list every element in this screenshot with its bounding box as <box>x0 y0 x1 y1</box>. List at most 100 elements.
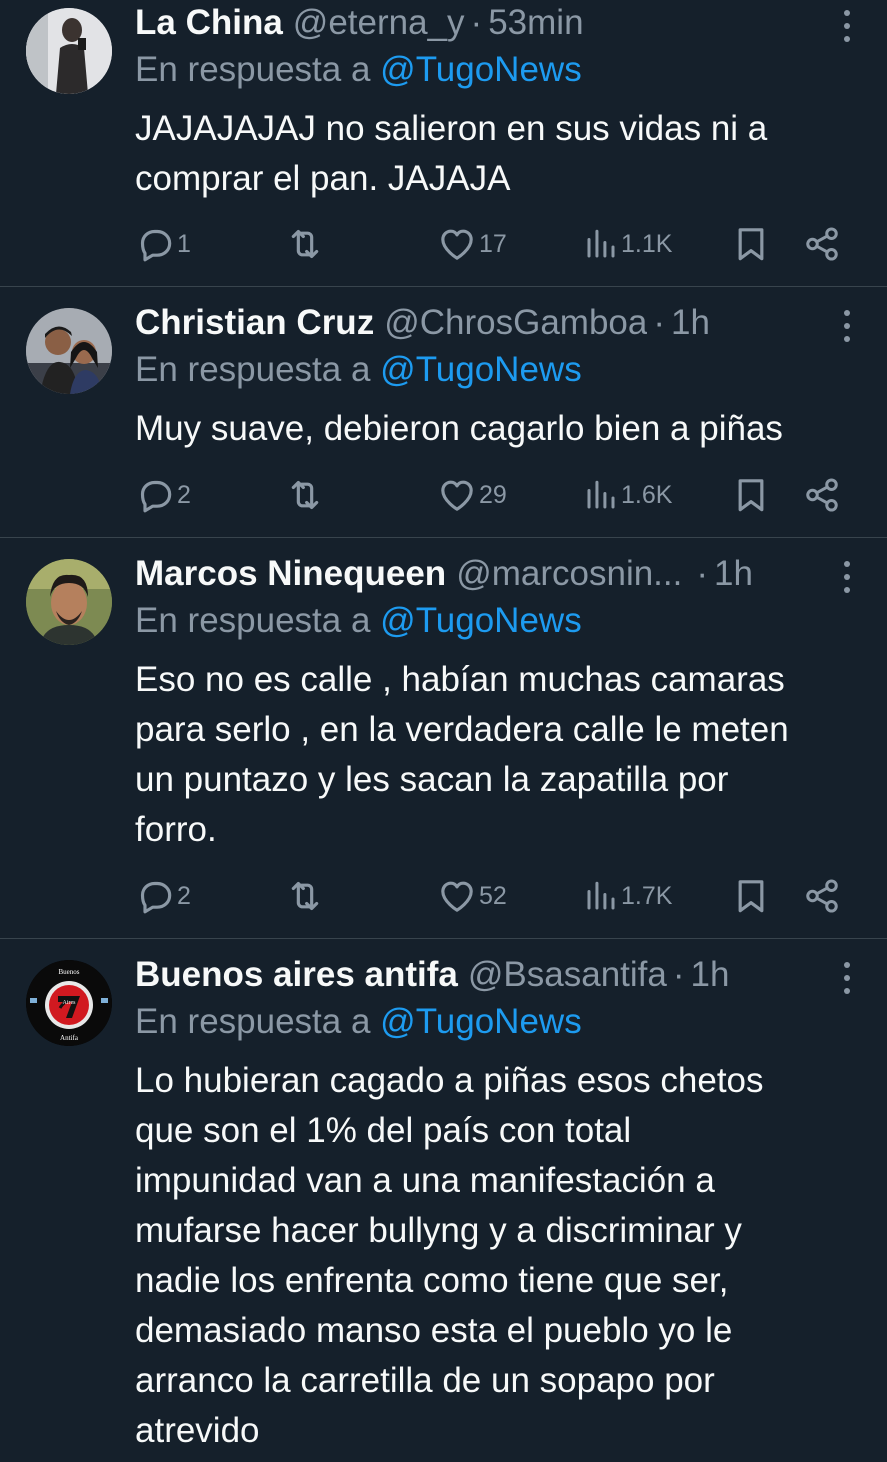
action-bar: 2 29 1.6K <box>135 475 855 515</box>
tweet-text: Muy suave, debieron cagarlo bien a piñas <box>135 409 783 448</box>
share-icon <box>803 476 841 514</box>
tweet-text: JAJAJAJAJ no salieron en sus vidas ni a … <box>135 109 768 198</box>
share-button[interactable] <box>803 224 841 264</box>
like-icon <box>437 876 477 916</box>
display-name[interactable]: Buenos aires antifa <box>135 955 458 995</box>
tweet-text: Lo hubieran cagado a piñas esos chetos q… <box>135 1061 764 1450</box>
avatar[interactable] <box>26 559 112 645</box>
reply-prefix: En respuesta a <box>135 1002 371 1041</box>
avatar[interactable] <box>26 8 112 94</box>
reply-mention-link[interactable]: @TugoNews <box>380 601 582 640</box>
tweet-header: La China @eterna_y · 53min <box>135 0 584 46</box>
svg-text:Antifa: Antifa <box>60 1034 79 1042</box>
reply-context: En respuesta a @TugoNews <box>135 1002 582 1042</box>
tweet-4[interactable]: Buenos Aires Antifa Buenos aires antifa … <box>0 952 887 1462</box>
views-count: 1.6K <box>621 480 673 509</box>
tweet-header: Christian Cruz @ChrosGamboa · 1h <box>135 300 710 346</box>
display-name[interactable]: La China <box>135 3 283 43</box>
more-options-icon[interactable] <box>837 306 857 346</box>
reply-prefix: En respuesta a <box>135 50 371 89</box>
separator-dot: · <box>653 303 665 342</box>
tweet-3[interactable]: Marcos Ninequeen @marcosnin... · 1h En r… <box>0 551 887 937</box>
views-icon <box>583 226 619 262</box>
share-icon <box>803 225 841 263</box>
retweet-icon <box>285 475 325 515</box>
bookmark-icon <box>731 224 771 264</box>
reply-context: En respuesta a @TugoNews <box>135 50 582 90</box>
divider <box>0 286 887 287</box>
reply-button[interactable]: 2 <box>135 876 191 916</box>
reply-icon <box>135 224 175 264</box>
more-options-icon[interactable] <box>837 557 857 597</box>
reply-mention-link[interactable]: @TugoNews <box>380 350 582 389</box>
like-count: 52 <box>479 881 507 910</box>
svg-text:Aires: Aires <box>63 1000 77 1006</box>
timestamp[interactable]: 1h <box>671 303 710 343</box>
more-options-icon[interactable] <box>837 958 857 998</box>
reply-prefix: En respuesta a <box>135 601 371 640</box>
reply-prefix: En respuesta a <box>135 350 371 389</box>
reply-context: En respuesta a @TugoNews <box>135 601 582 641</box>
avatar-photo-icon <box>26 308 112 394</box>
display-name[interactable]: Marcos Ninequeen <box>135 554 446 594</box>
display-name[interactable]: Christian Cruz <box>135 303 374 343</box>
views-button[interactable]: 1.1K <box>583 224 672 264</box>
reply-count: 1 <box>177 229 191 258</box>
user-handle[interactable]: @marcosnin... <box>456 554 682 594</box>
share-icon <box>803 877 841 915</box>
reply-mention-link[interactable]: @TugoNews <box>380 1002 582 1041</box>
divider <box>0 537 887 538</box>
like-button[interactable]: 17 <box>437 224 507 264</box>
separator-dot: · <box>672 955 685 994</box>
like-icon <box>437 224 477 264</box>
user-handle[interactable]: @eterna_y <box>293 3 465 43</box>
share-button[interactable] <box>803 475 841 515</box>
retweet-button[interactable] <box>285 224 325 264</box>
views-count: 1.1K <box>621 229 673 258</box>
like-icon <box>437 475 477 515</box>
avatar[interactable]: Buenos Aires Antifa <box>26 960 112 1046</box>
views-icon <box>583 878 619 914</box>
like-button[interactable]: 29 <box>437 475 507 515</box>
tweet-1[interactable]: La China @eterna_y · 53min En respuesta … <box>0 0 887 286</box>
reply-button[interactable]: 2 <box>135 475 191 515</box>
reply-icon <box>135 475 175 515</box>
avatar[interactable] <box>26 308 112 394</box>
separator-dot: · <box>696 554 709 593</box>
retweet-button[interactable] <box>285 876 325 916</box>
views-button[interactable]: 1.7K <box>583 876 672 916</box>
bookmark-button[interactable] <box>731 876 771 916</box>
views-count: 1.7K <box>621 881 673 910</box>
reply-count: 2 <box>177 881 191 910</box>
timestamp[interactable]: 1h <box>691 955 730 995</box>
bookmark-icon <box>731 475 771 515</box>
reply-count: 2 <box>177 480 191 509</box>
retweet-button[interactable] <box>285 475 325 515</box>
views-button[interactable]: 1.6K <box>583 475 672 515</box>
bookmark-button[interactable] <box>731 224 771 264</box>
like-count: 29 <box>479 480 507 509</box>
separator-dot: · <box>470 3 483 42</box>
share-button[interactable] <box>803 876 841 916</box>
divider <box>0 938 887 939</box>
bookmark-button[interactable] <box>731 475 771 515</box>
views-icon <box>583 477 619 513</box>
tweet-header: Buenos aires antifa @Bsasantifa · 1h <box>135 952 729 998</box>
reply-context: En respuesta a @TugoNews <box>135 350 582 390</box>
timestamp[interactable]: 53min <box>488 3 583 43</box>
like-button[interactable]: 52 <box>437 876 507 916</box>
svg-text:Buenos: Buenos <box>59 968 80 976</box>
action-bar: 1 17 1.1K <box>135 224 855 264</box>
user-handle[interactable]: @ChrosGamboa <box>384 303 647 343</box>
avatar-photo-icon <box>26 8 112 94</box>
reply-mention-link[interactable]: @TugoNews <box>380 50 582 89</box>
timestamp[interactable]: 1h <box>714 554 753 594</box>
tweet-2[interactable]: Christian Cruz @ChrosGamboa · 1h En resp… <box>0 300 887 536</box>
more-options-icon[interactable] <box>837 6 857 46</box>
user-handle[interactable]: @Bsasantifa <box>468 955 667 995</box>
tweet-text: Eso no es calle , habían muchas camaras … <box>135 660 789 849</box>
retweet-icon <box>285 876 325 916</box>
reply-icon <box>135 876 175 916</box>
reply-button[interactable]: 1 <box>135 224 191 264</box>
like-count: 17 <box>479 229 507 258</box>
